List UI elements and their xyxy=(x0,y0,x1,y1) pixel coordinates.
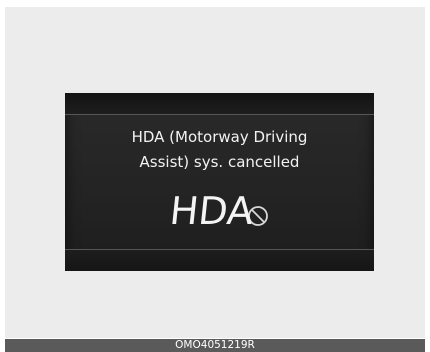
display-top-band xyxy=(65,93,374,115)
cluster-display: HDA (Motorway Driving Assist) sys. cance… xyxy=(65,93,374,271)
figure-code: OMO4051219R xyxy=(175,339,255,351)
hda-indicator: HDA xyxy=(65,189,374,239)
figure-caption-bar: OMO4051219R xyxy=(5,339,425,352)
message-line-1: HDA (Motorway Driving xyxy=(131,128,308,146)
hda-indicator-text: HDA xyxy=(167,189,256,233)
display-bottom-band xyxy=(65,249,374,271)
message-line-2: Assist) sys. cancelled xyxy=(139,153,300,171)
figure-frame: HDA (Motorway Driving Assist) sys. cance… xyxy=(5,7,425,338)
cancel-message: HDA (Motorway Driving Assist) sys. cance… xyxy=(65,125,374,175)
